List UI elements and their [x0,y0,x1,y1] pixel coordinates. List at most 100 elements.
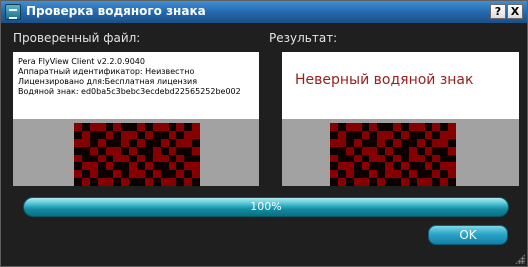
watermark-cell [121,170,130,179]
watermark-cell [393,138,401,147]
watermark-cell [345,178,354,186]
watermark-cell [385,146,393,155]
watermark-cell [176,123,185,131]
watermark-cell [89,123,98,131]
watermark-cell [448,130,456,139]
watermark-cell [448,138,456,147]
watermark-cell [432,178,441,186]
watermark-cell [408,138,417,147]
watermark-cell [432,170,441,179]
watermark-cell [74,146,82,155]
watermark-cell [121,162,130,171]
info-line-license: Лицензировано для:Бесплатная лицензия [18,77,198,86]
watermark-cell [330,138,338,147]
watermark-cell [369,170,378,179]
watermark-cell [440,162,449,171]
watermark-cell [385,154,393,163]
watermark-cell [184,170,193,179]
watermark-cell [330,146,338,155]
watermark-cell [337,146,346,155]
result-label: Результат: [269,31,338,45]
watermark-cell [416,138,425,147]
watermark-cell [121,138,130,147]
watermark-cell [81,170,90,179]
watermark-cell [81,178,90,186]
watermark-cell [369,154,378,163]
watermark-cell [408,130,417,139]
watermark-cell [385,170,393,179]
watermark-cell [377,162,386,171]
help-button[interactable]: ? [490,4,506,19]
watermark-cell [440,154,449,163]
watermark-cell [160,178,169,186]
watermark-cell [345,130,354,139]
watermark-cell [152,146,161,155]
watermark-cell [424,154,433,163]
watermark-cell [144,162,153,171]
watermark-check-dialog: Проверка водяного знака ? X Проверенный … [0,0,528,267]
watermark-cell [408,162,417,171]
watermark-cell [113,146,122,155]
watermark-cell [192,146,200,155]
watermark-cell [160,154,169,163]
title-bar[interactable]: Проверка водяного знака ? X [1,1,527,23]
watermark-cell [184,146,193,155]
watermark-cell [74,138,82,147]
watermark-cell [416,146,425,155]
watermark-cell [184,154,193,163]
watermark-cell [393,162,401,171]
watermark-cell [97,146,106,155]
watermark-cell [184,123,193,131]
watermark-cell [160,162,169,171]
watermark-cell [440,123,449,131]
watermark-cell [385,130,393,139]
watermark-cell [168,178,177,186]
watermark-cell [105,170,114,179]
watermark-cell [113,162,122,171]
watermark-pattern-verified [74,123,200,186]
watermark-cell [152,178,161,186]
watermark-cell [113,130,122,139]
watermark-cell [400,178,409,186]
watermark-cell [400,170,409,179]
watermark-cell [105,123,114,131]
watermark-cell [377,154,386,163]
watermark-cell [330,170,338,179]
watermark-cell [424,123,433,131]
watermark-cell [448,178,456,186]
watermark-cell [74,130,82,139]
watermark-cell [152,130,161,139]
resize-grip[interactable] [515,254,525,264]
watermark-cell [168,162,177,171]
watermark-cell [393,178,401,186]
watermark-cell [337,154,346,163]
watermark-cell [361,170,370,179]
watermark-cell [129,178,137,186]
watermark-pattern-result [330,123,456,186]
watermark-cell [393,154,401,163]
watermark-cell [337,138,346,147]
watermark-cell [105,154,114,163]
watermark-cell [353,130,362,139]
watermark-cell [137,154,145,163]
watermark-cell [121,178,130,186]
watermark-cell [89,138,98,147]
watermark-cell [353,154,362,163]
ok-button[interactable]: OK [428,225,508,245]
watermark-cell [448,146,456,155]
close-button[interactable]: X [507,4,523,19]
watermark-cell [353,146,362,155]
watermark-cell [400,123,409,131]
watermark-cell [337,123,346,131]
watermark-cell [105,162,114,171]
watermark-cell [424,162,433,171]
watermark-cell [168,146,177,155]
watermark-cell [353,162,362,171]
watermark-cell [369,138,378,147]
file-info-area: Pera FlyView Client v2.2.0.9040 Аппаратн… [13,52,259,119]
info-line-version: Pera FlyView Client v2.2.0.9040 [18,57,145,66]
watermark-cell [416,123,425,131]
watermark-cell [192,138,200,147]
watermark-cell [105,146,114,155]
result-panel: Неверный водяной знак [282,52,519,186]
